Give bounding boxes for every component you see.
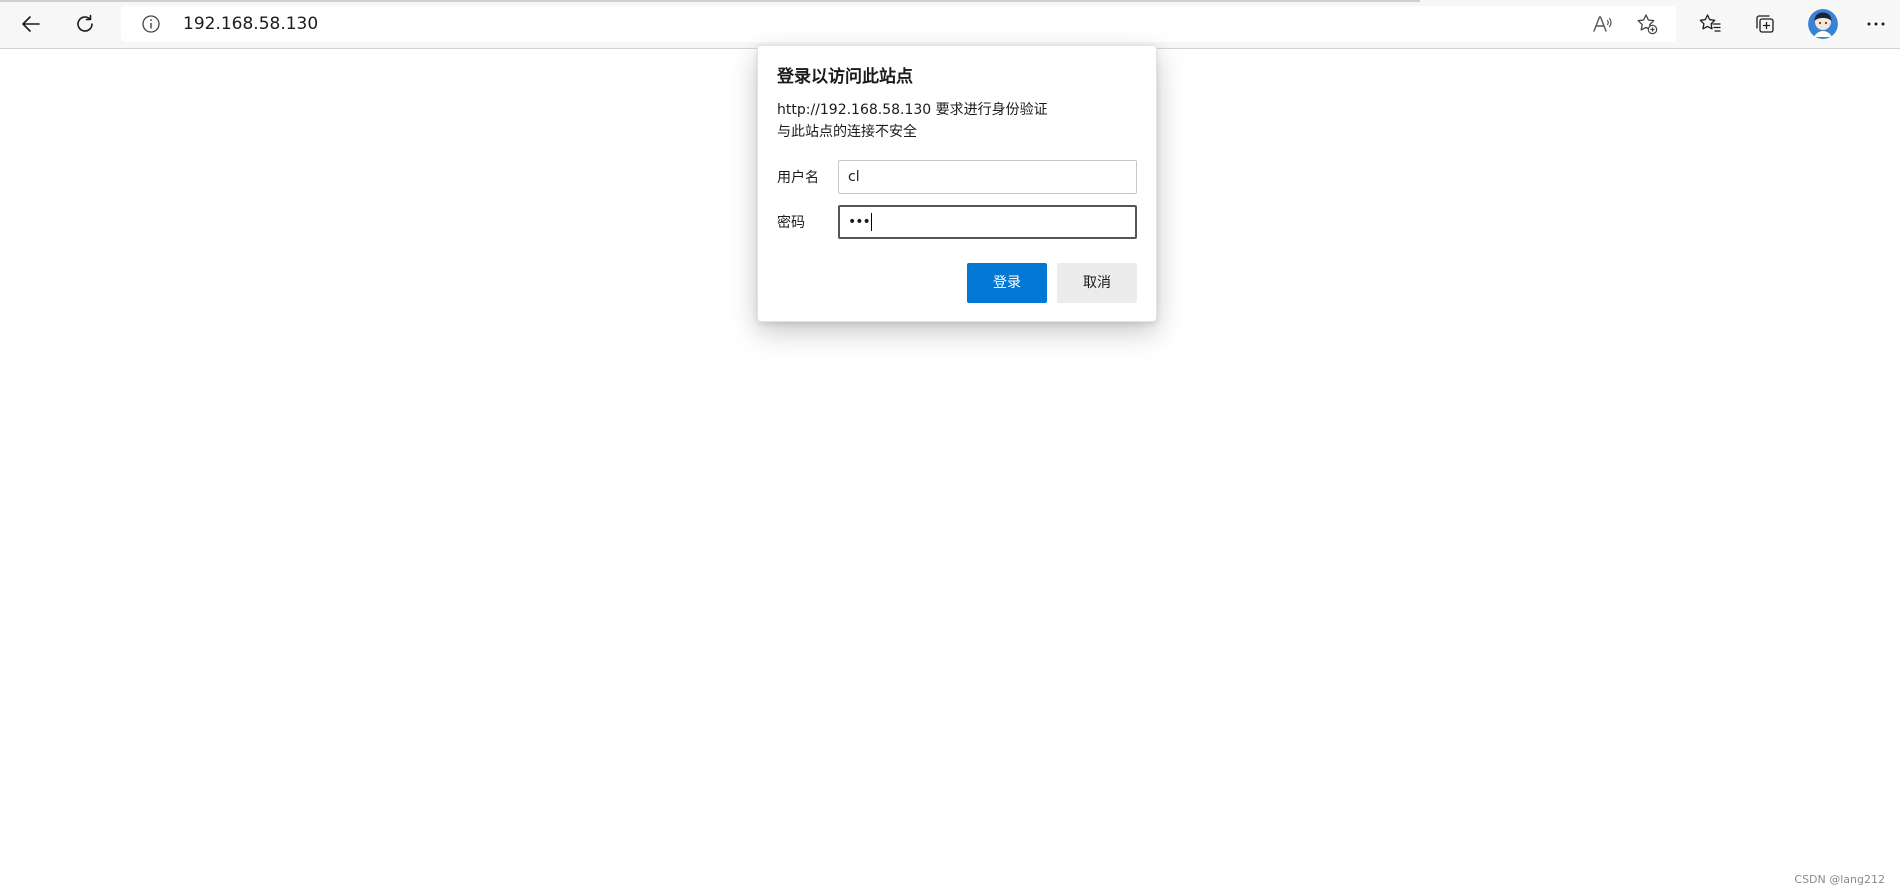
read-aloud-icon xyxy=(1593,16,1612,32)
favorites-button[interactable] xyxy=(1692,6,1728,42)
favorites-icon xyxy=(1699,14,1721,32)
page-load-progress xyxy=(0,0,1420,2)
dialog-message-auth-required: http://192.168.58.130 要求进行身份验证 xyxy=(777,102,1048,118)
password-input[interactable]: ••• xyxy=(838,205,1137,239)
back-button[interactable] xyxy=(13,6,49,42)
watermark: CSDN @lang212 xyxy=(1794,873,1885,886)
url-text[interactable]: 192.168.58.130 xyxy=(183,14,318,34)
username-input[interactable]: cl xyxy=(838,160,1137,194)
more-menu-button[interactable] xyxy=(1858,6,1894,42)
text-caret xyxy=(870,213,872,231)
address-bar[interactable]: 192.168.58.130 xyxy=(121,6,1676,42)
refresh-button[interactable] xyxy=(67,6,103,42)
refresh-icon xyxy=(77,14,93,32)
password-masked-value: ••• xyxy=(848,214,871,230)
login-button[interactable]: 登录 xyxy=(967,263,1047,303)
password-label: 密码 xyxy=(777,215,805,231)
dialog-message-insecure: 与此站点的连接不安全 xyxy=(777,124,917,140)
browser-toolbar: 192.168.58.130 xyxy=(0,0,1900,49)
cancel-button[interactable]: 取消 xyxy=(1057,263,1137,303)
back-arrow-icon xyxy=(22,16,40,32)
username-value: cl xyxy=(848,169,860,185)
add-favorite-button[interactable] xyxy=(1635,12,1659,36)
add-favorite-icon xyxy=(1637,14,1658,35)
avatar[interactable] xyxy=(1808,9,1838,39)
collections-button[interactable] xyxy=(1747,6,1783,42)
collections-icon xyxy=(1756,15,1774,33)
username-label: 用户名 xyxy=(777,170,819,186)
info-icon[interactable] xyxy=(141,14,161,34)
dialog-title: 登录以访问此站点 xyxy=(777,67,913,87)
read-aloud-button[interactable] xyxy=(1590,12,1614,36)
auth-dialog: 登录以访问此站点 http://192.168.58.130 要求进行身份验证 … xyxy=(757,45,1157,322)
more-menu-icon xyxy=(1867,22,1885,26)
profile-avatar-icon xyxy=(1808,9,1838,39)
